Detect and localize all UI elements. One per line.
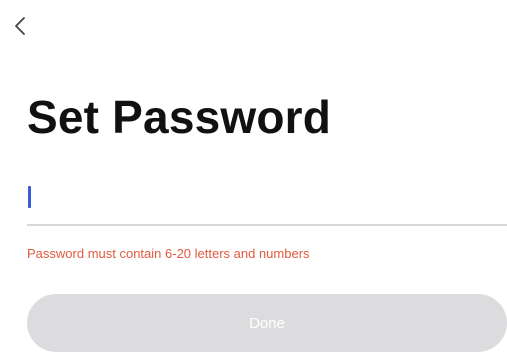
set-password-screen: Set Password Password must contain 6-20 …	[0, 0, 507, 352]
chevron-left-icon	[14, 16, 26, 41]
input-underline	[27, 224, 507, 226]
back-button[interactable]	[10, 14, 30, 42]
password-field[interactable]	[27, 178, 507, 228]
password-error-message: Password must contain 6-20 letters and n…	[27, 246, 310, 261]
page-title: Set Password	[27, 91, 332, 143]
text-caret	[28, 186, 31, 208]
password-input[interactable]	[27, 178, 497, 222]
done-button[interactable]: Done	[27, 294, 507, 352]
